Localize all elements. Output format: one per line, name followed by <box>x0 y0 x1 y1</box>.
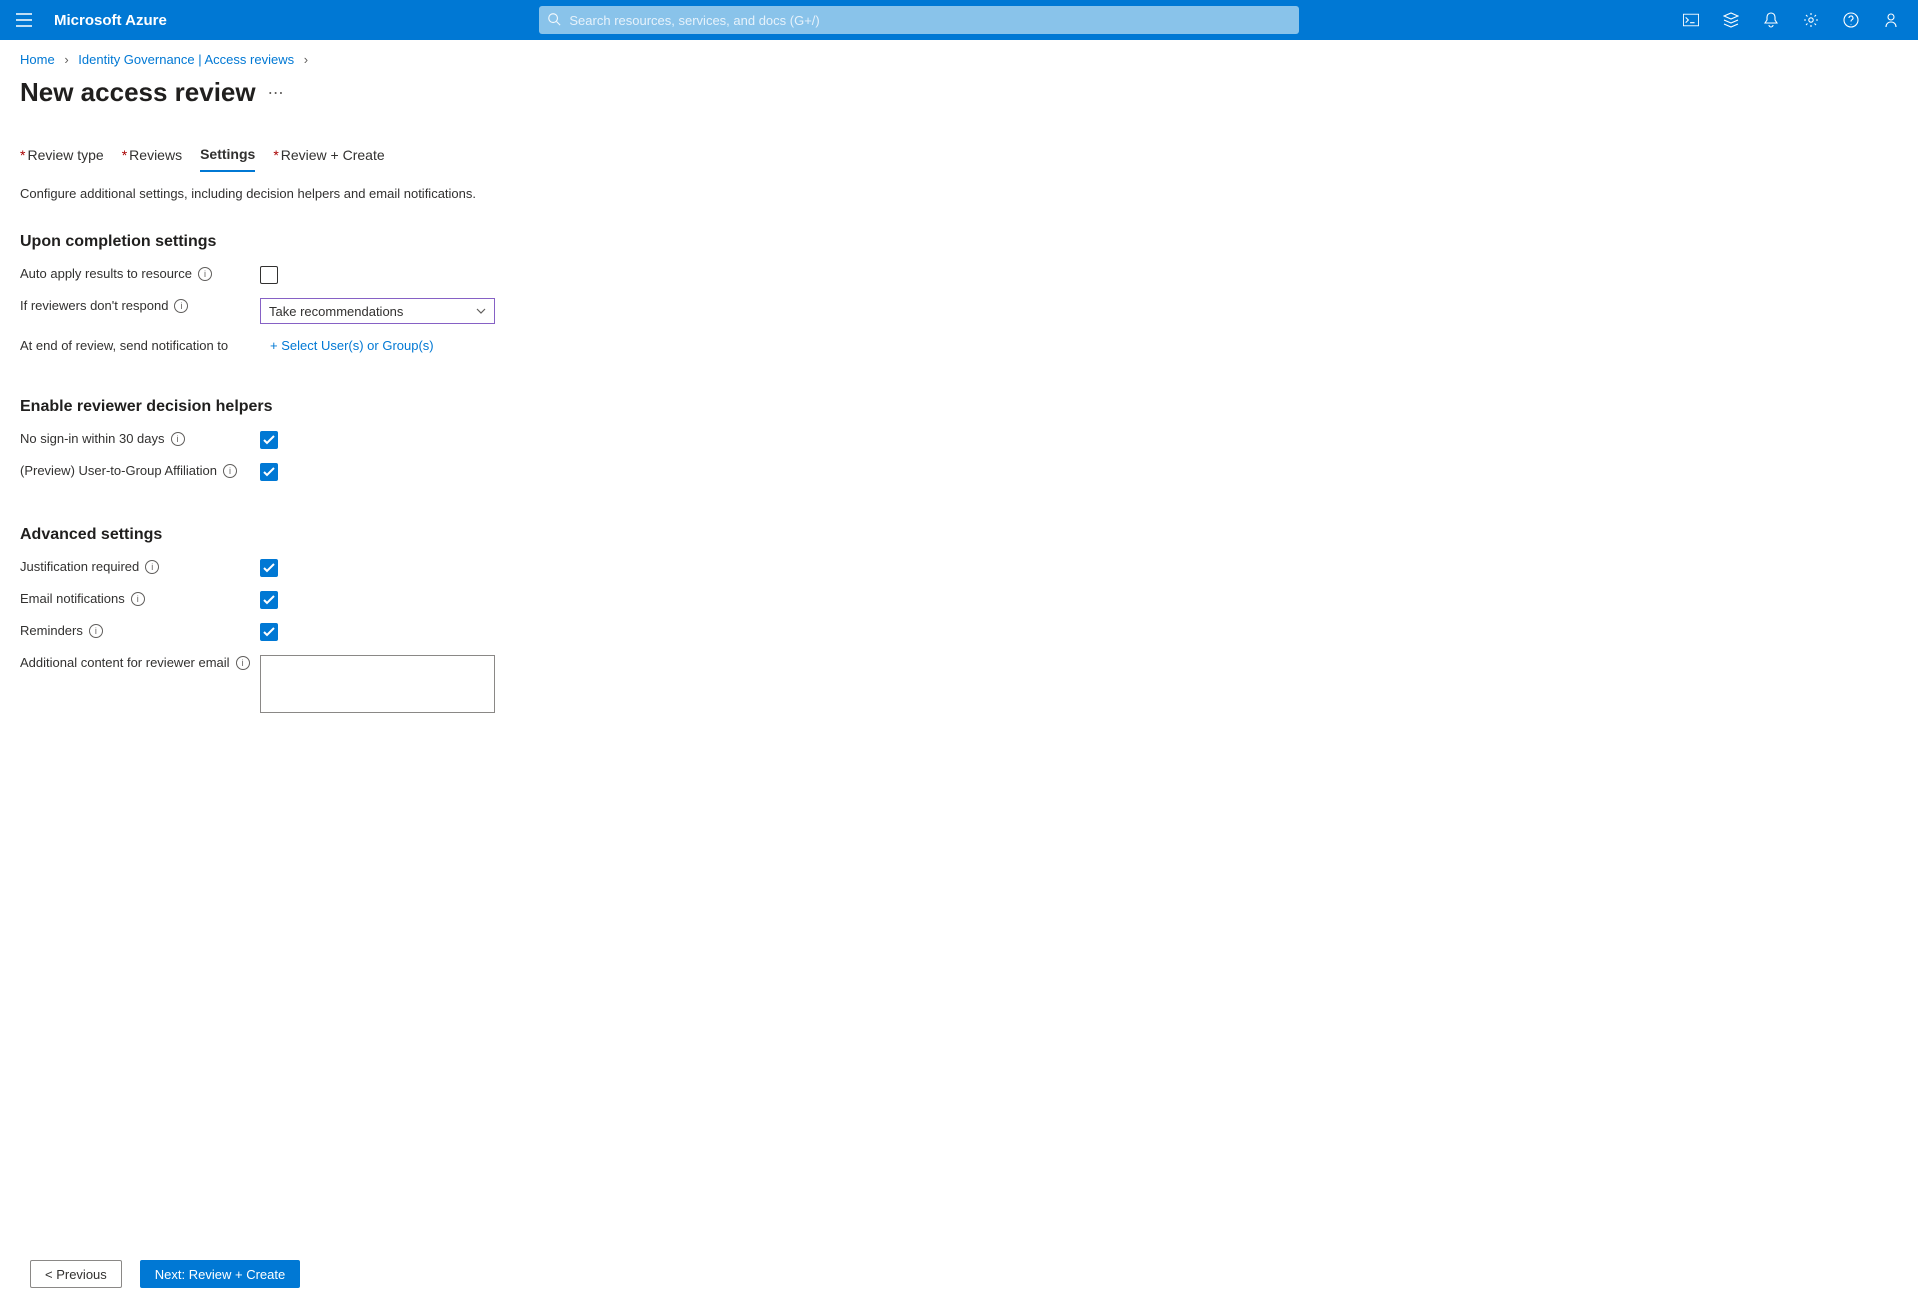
top-bar: Microsoft Azure <box>0 0 1918 40</box>
notify-label: At end of review, send notification to <box>20 338 228 353</box>
auto-apply-checkbox[interactable] <box>260 266 278 284</box>
chevron-down-icon <box>476 304 486 319</box>
settings-icon[interactable] <box>1792 0 1830 40</box>
reminders-checkbox[interactable] <box>260 623 278 641</box>
affiliation-label: (Preview) User-to-Group Affiliation <box>20 463 217 478</box>
brand-label: Microsoft Azure <box>54 12 167 29</box>
info-icon[interactable]: i <box>174 299 188 313</box>
no-respond-value: Take recommendations <box>269 304 403 319</box>
info-icon[interactable]: i <box>89 624 103 638</box>
info-icon[interactable]: i <box>236 656 250 670</box>
page-description: Configure additional settings, including… <box>0 172 1918 215</box>
additional-content-textarea[interactable] <box>260 655 495 713</box>
directories-icon[interactable] <box>1712 0 1750 40</box>
section-upon-completion-title: Upon completion settings <box>0 215 1918 259</box>
previous-button[interactable]: < Previous <box>30 1260 122 1288</box>
field-notify: At end of review, send notification to +… <box>0 331 1918 360</box>
cloud-shell-icon[interactable] <box>1672 0 1710 40</box>
topbar-actions <box>1672 0 1910 40</box>
justification-checkbox[interactable] <box>260 559 278 577</box>
no-signin-label: No sign-in within 30 days <box>20 431 165 446</box>
field-affiliation: (Preview) User-to-Group Affiliation i <box>0 456 1918 488</box>
email-notifications-label: Email notifications <box>20 591 125 606</box>
breadcrumb-home[interactable]: Home <box>20 52 55 67</box>
tab-review-type[interactable]: Review type <box>20 146 104 172</box>
tab-settings[interactable]: Settings <box>200 146 255 172</box>
no-signin-checkbox[interactable] <box>260 431 278 449</box>
info-icon[interactable]: i <box>198 267 212 281</box>
breadcrumb: Home › Identity Governance | Access revi… <box>0 40 1918 73</box>
help-icon[interactable] <box>1832 0 1870 40</box>
section-advanced-title: Advanced settings <box>0 488 1918 552</box>
field-email-notifications: Email notifications i <box>0 584 1918 616</box>
info-icon[interactable]: i <box>223 464 237 478</box>
field-justification: Justification required i <box>0 552 1918 584</box>
search-container <box>197 6 1642 34</box>
wizard-tabs: Review type Reviews Settings Review + Cr… <box>0 118 1918 172</box>
search-icon <box>547 12 561 29</box>
reminders-label: Reminders <box>20 623 83 638</box>
info-icon[interactable]: i <box>131 592 145 606</box>
field-no-respond: If reviewers don't respond i Take recomm… <box>0 291 1918 331</box>
field-auto-apply: Auto apply results to resource i <box>0 259 1918 291</box>
no-respond-select[interactable]: Take recommendations <box>260 298 495 324</box>
notifications-icon[interactable] <box>1752 0 1790 40</box>
field-no-signin: No sign-in within 30 days i <box>0 424 1918 456</box>
global-search[interactable] <box>539 6 1299 34</box>
chevron-right-icon: › <box>64 52 68 67</box>
search-input[interactable] <box>569 13 1291 28</box>
email-notifications-checkbox[interactable] <box>260 591 278 609</box>
auto-apply-label: Auto apply results to resource <box>20 266 192 281</box>
tab-reviews[interactable]: Reviews <box>122 146 182 172</box>
info-icon[interactable]: i <box>171 432 185 446</box>
info-icon[interactable]: i <box>145 560 159 574</box>
wizard-footer: < Previous Next: Review + Create <box>0 1246 1918 1306</box>
chevron-right-icon: › <box>304 52 308 67</box>
field-additional-content: Additional content for reviewer email i <box>0 648 1918 720</box>
feedback-icon[interactable] <box>1872 0 1910 40</box>
justification-label: Justification required <box>20 559 139 574</box>
page-title: New access review <box>20 77 256 108</box>
hamburger-icon[interactable] <box>8 4 40 36</box>
no-respond-label: If reviewers don't respond <box>20 298 168 313</box>
affiliation-checkbox[interactable] <box>260 463 278 481</box>
additional-content-label: Additional content for reviewer email <box>20 655 230 670</box>
select-users-link[interactable]: + Select User(s) or Group(s) <box>270 338 434 353</box>
breadcrumb-governance[interactable]: Identity Governance | Access reviews <box>78 52 294 67</box>
field-reminders: Reminders i <box>0 616 1918 648</box>
tab-review-create[interactable]: Review + Create <box>273 146 384 172</box>
section-decision-helpers-title: Enable reviewer decision helpers <box>0 360 1918 424</box>
page-title-row: New access review ⋯ <box>0 73 1918 118</box>
more-icon[interactable]: ⋯ <box>268 83 286 103</box>
next-button[interactable]: Next: Review + Create <box>140 1260 300 1288</box>
